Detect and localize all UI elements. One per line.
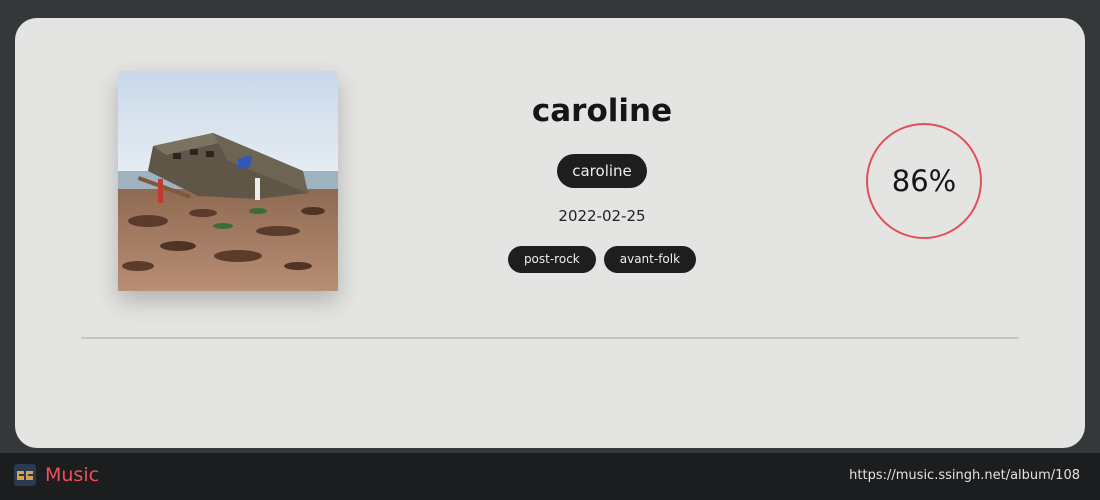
score-circle: 86% [866,123,982,239]
divider [81,337,1019,339]
genre-tags: post-rock avant-folk [452,246,752,273]
score-value: 86% [891,164,957,198]
album-cover-art [118,71,338,291]
artist-button[interactable]: caroline [557,154,647,188]
footer-bar: Music https://music.ssingh.net/album/108 [0,453,1100,500]
album-title: caroline [531,93,673,129]
album-cover-image [118,71,338,291]
album-card: caroline caroline 2022-02-25 post-rock a… [15,18,1085,448]
genre-tag-post-rock[interactable]: post-rock [507,246,596,273]
brand-name: Music [45,464,100,486]
brand-link[interactable]: Music [14,464,99,486]
album-info: caroline caroline 2022-02-25 post-rock a… [452,88,752,273]
release-date: 2022-02-25 [558,207,646,225]
page-url: https://music.ssingh.net/album/108 [849,468,1080,483]
app-logo-icon [14,464,36,486]
genre-tag-avant-folk[interactable]: avant-folk [603,246,697,273]
